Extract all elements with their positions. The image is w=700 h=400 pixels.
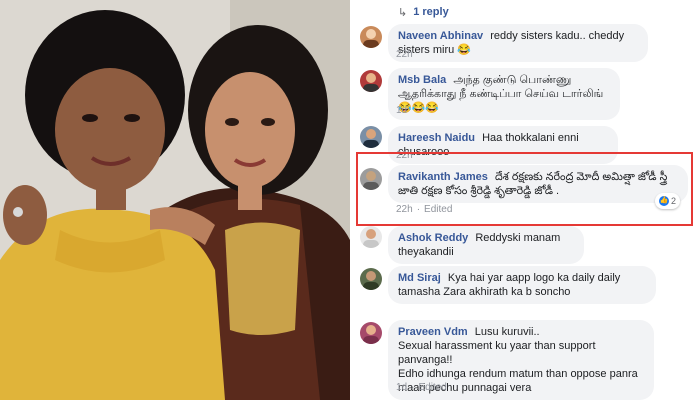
avatar[interactable] [360, 70, 382, 92]
user-avatar-icon [363, 73, 379, 92]
user-avatar-icon [363, 229, 379, 248]
edited-label: Edited [424, 204, 453, 215]
comment-meta: 1d [396, 105, 407, 116]
avatar[interactable] [360, 126, 382, 148]
comment-bubble: Ravikanth James దేశ రక్షణకు నరేంద్ర మోదీ… [388, 165, 688, 209]
reaction-count[interactable]: 👍 2 [654, 193, 680, 209]
edited-label: Edited [418, 382, 447, 393]
comment-author[interactable]: Ashok Reddy [398, 232, 468, 244]
avatar[interactable] [360, 268, 382, 290]
comment-bubble: Msb Bala அந்த குண்டு பொண்ணு ஆதரிக்காது ந… [388, 68, 620, 120]
comment-bubble: Ashok Reddy Reddyski manam theyakandii [388, 226, 584, 264]
comments-panel: ↳ 1 reply Naveen Abhinav reddy sisters k… [350, 0, 700, 400]
comment-time[interactable]: 1d [396, 382, 407, 393]
comment-meta: 1d · Edited [396, 382, 447, 393]
avatar[interactable] [360, 322, 382, 344]
user-avatar-icon [363, 271, 379, 290]
view-replies-link[interactable]: ↳ 1 reply [350, 2, 700, 22]
comment-bubble: Naveen Abhinav reddy sisters kadu.. ched… [388, 24, 648, 62]
comment-text-line: Sexual harassment ku yaar than support p… [398, 340, 596, 366]
user-avatar-icon [363, 325, 379, 344]
comment-author[interactable]: Ravikanth James [398, 171, 488, 183]
comment-author[interactable]: Hareesh Naidu [398, 132, 475, 144]
reply-arrow-icon: ↳ [398, 6, 408, 19]
comment-time[interactable]: 22h [396, 204, 413, 215]
comment-time[interactable]: 1d [396, 105, 407, 116]
comment-meta: 22h [396, 49, 413, 60]
comment-bubble: Hareesh Naidu Haa thokkalani enni chusar… [388, 126, 618, 164]
like-icon: 👍 [658, 196, 669, 206]
comment-author[interactable]: Naveen Abhinav [398, 30, 483, 42]
comment-time[interactable]: 22h [396, 49, 413, 60]
comment-bubble: Md Siraj Kya hai yar aapp logo ka daily … [388, 266, 656, 304]
user-avatar-icon [363, 129, 379, 148]
post-photo [0, 0, 350, 400]
avatar[interactable] [360, 26, 382, 48]
comment-author[interactable]: Praveen Vdm [398, 326, 468, 338]
comment-author[interactable]: Msb Bala [398, 74, 446, 86]
photo-illustration [0, 0, 350, 400]
avatar[interactable] [360, 168, 382, 190]
user-avatar-icon [363, 29, 379, 48]
user-avatar-icon [363, 171, 379, 190]
comment-meta: 22h · Edited [396, 204, 453, 215]
comment-time[interactable]: 22h [396, 150, 413, 161]
avatar[interactable] [360, 226, 382, 248]
comment-meta: 22h [396, 150, 413, 161]
comment-author[interactable]: Md Siraj [398, 272, 441, 284]
comment-text: Lusu kuruvii.. [474, 326, 540, 338]
